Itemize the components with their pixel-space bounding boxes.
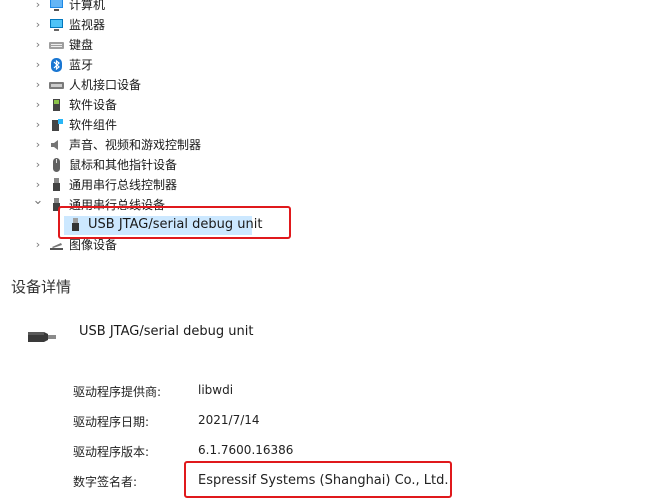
device-details-title: 设备详情	[11, 278, 72, 296]
tree-item-label: 声音、视频和游戏控制器	[69, 138, 202, 152]
chevron-right-icon[interactable]: ›	[32, 0, 44, 15]
usb-plug-icon	[26, 328, 58, 346]
chevron-right-icon[interactable]: ›	[32, 175, 44, 195]
driver-provider-value: libwdi	[198, 383, 234, 397]
tree-item-label: 软件组件	[69, 118, 118, 132]
camera-icon	[49, 238, 64, 252]
computer-icon	[49, 0, 64, 12]
chevron-right-icon[interactable]: ›	[32, 155, 44, 175]
chevron-right-icon[interactable]: ›	[32, 95, 44, 115]
tree-item-label: 鼠标和其他指针设备	[69, 158, 178, 172]
monitor-icon	[49, 18, 64, 32]
usb-icon	[49, 178, 64, 192]
driver-date-label: 驱动程序日期:	[73, 415, 150, 429]
tree-item-label: 监视器	[69, 18, 106, 32]
tree-item-label: 键盘	[69, 38, 94, 52]
driver-date-value: 2021/7/14	[198, 413, 260, 427]
tree-item[interactable]: › 声音、视频和游戏控制器	[0, 135, 668, 155]
driver-version-label: 驱动程序版本:	[73, 445, 150, 459]
chevron-right-icon[interactable]: ›	[32, 75, 44, 95]
device-name: USB JTAG/serial debug unit	[79, 324, 254, 339]
red-highlight-box	[58, 206, 291, 239]
chevron-right-icon[interactable]: ›	[32, 55, 44, 75]
chevron-right-icon[interactable]: ›	[32, 35, 44, 55]
tree-item[interactable]: › 计算机	[0, 0, 668, 15]
chevron-right-icon[interactable]: ›	[32, 115, 44, 135]
chevron-down-icon[interactable]: ⌄	[32, 194, 44, 215]
tree-item[interactable]: › 键盘	[0, 35, 668, 55]
bluetooth-icon	[49, 58, 64, 72]
mouse-icon	[49, 158, 64, 172]
red-highlight-box	[184, 461, 452, 498]
tree-item[interactable]: › 人机接口设备	[0, 75, 668, 95]
chevron-right-icon[interactable]: ›	[32, 15, 44, 35]
speaker-icon	[49, 138, 64, 152]
tree-item-label: 计算机	[69, 0, 106, 12]
hid-icon	[49, 78, 64, 92]
tree-item-label: 蓝牙	[69, 58, 94, 72]
chevron-right-icon[interactable]: ›	[32, 235, 44, 255]
tree-item[interactable]: › 蓝牙	[0, 55, 668, 75]
software-component-icon	[49, 118, 64, 132]
software-device-icon	[49, 98, 64, 112]
driver-provider-label: 驱动程序提供商:	[73, 385, 162, 399]
tree-item[interactable]: › 监视器	[0, 15, 668, 35]
tree-item-label: 软件设备	[69, 98, 118, 112]
digital-signer-label: 数字签名者:	[73, 475, 138, 489]
tree-item[interactable]: › 软件设备	[0, 95, 668, 115]
chevron-right-icon[interactable]: ›	[32, 135, 44, 155]
tree-item[interactable]: › 软件组件	[0, 115, 668, 135]
tree-item-label: 人机接口设备	[69, 78, 142, 92]
tree-item[interactable]: › 通用串行总线控制器	[0, 175, 668, 195]
driver-version-value: 6.1.7600.16386	[198, 443, 294, 457]
tree-item-label: 通用串行总线控制器	[69, 178, 178, 192]
keyboard-icon	[49, 38, 64, 52]
tree-item[interactable]: › 鼠标和其他指针设备	[0, 155, 668, 175]
